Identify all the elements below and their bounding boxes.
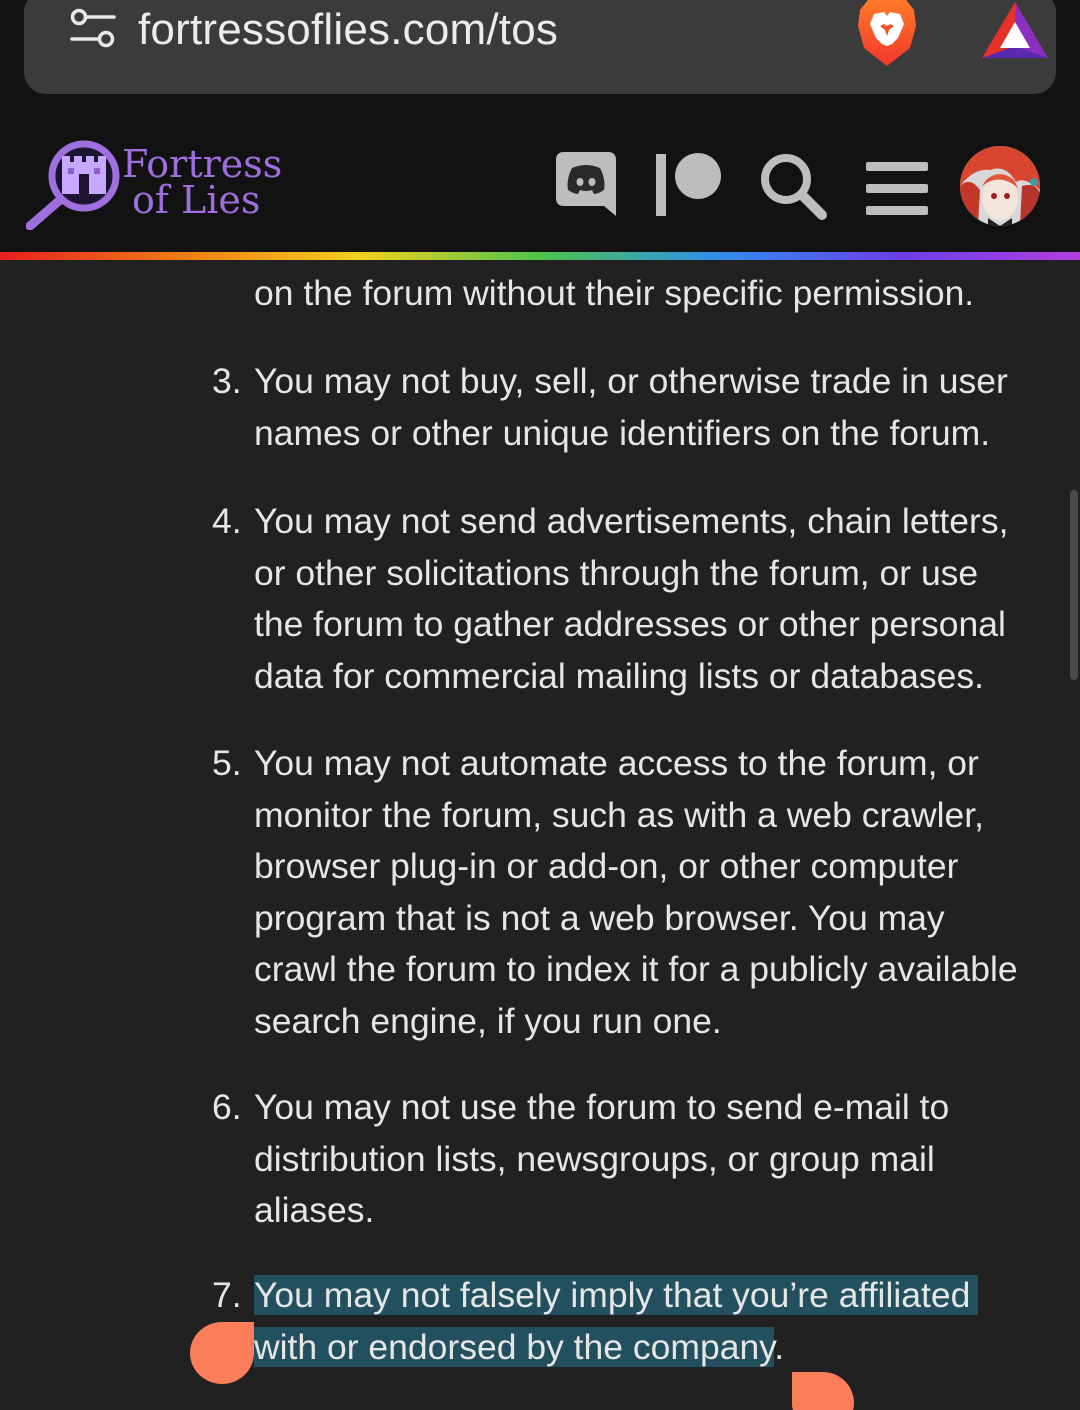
tos-item-4: 4. You may not send advertisements, chai… — [212, 496, 1054, 702]
tos-item-7[interactable]: 7. You may not falsely imply that you’re… — [212, 1270, 1054, 1373]
search-icon[interactable] — [758, 152, 828, 220]
item-number: 6. — [212, 1087, 242, 1127]
rainbow-divider — [0, 252, 1080, 260]
item-line: You may not use the forum to send e-mail… — [254, 1087, 950, 1127]
item-line: You may not send advertisements, chain l… — [254, 501, 1009, 541]
selected-text-line1[interactable]: You may not falsely imply that you’re af… — [254, 1275, 979, 1315]
hamburger-menu-icon[interactable] — [866, 160, 928, 218]
item-line: distribution lists, newsgroups, or group… — [254, 1138, 935, 1179]
item-number: 4. — [212, 501, 242, 541]
item-line-end: . — [774, 1326, 785, 1367]
item-line: or other solicitations through the forum… — [254, 552, 979, 593]
tune-icon[interactable] — [70, 8, 116, 50]
item-number: 3. — [212, 361, 242, 401]
scrollbar-thumb[interactable] — [1070, 490, 1078, 680]
logo-text: Fortress of Lies — [122, 145, 282, 222]
browser-toolbar: fortressoflies.com/tos — [0, 0, 1080, 118]
item-line: names or other unique identifiers on the… — [254, 412, 991, 453]
site-logo[interactable]: Fortress of Lies — [26, 138, 286, 248]
tos-item-2-tail: on the forum without their specific perm… — [254, 273, 975, 313]
selection-end-handle[interactable] — [792, 1372, 854, 1410]
item-line: crawl the forum to index it for a public… — [254, 949, 1018, 989]
brave-lion-icon[interactable] — [854, 0, 920, 68]
avatar-image — [960, 146, 1040, 226]
item-line: program that is not a web browser. You m… — [254, 897, 945, 938]
item-line: You may not automate access to the forum… — [254, 743, 979, 783]
tos-item-6: 6. You may not use the forum to send e-m… — [212, 1082, 1054, 1237]
selection-start-handle[interactable] — [190, 1322, 254, 1384]
item-line: You may not buy, sell, or otherwise trad… — [254, 361, 1008, 401]
user-avatar[interactable] — [960, 146, 1040, 226]
item-line: data for commercial mailing lists or dat… — [254, 655, 985, 696]
tos-item-3: 3. You may not buy, sell, or otherwise t… — [212, 356, 1054, 459]
discord-icon[interactable] — [556, 152, 616, 216]
selected-text-line2[interactable]: with or endorsed by the company — [254, 1326, 775, 1367]
item-line: aliases. — [254, 1190, 375, 1230]
tos-item-5: 5. You may not automate access to the fo… — [212, 738, 1054, 1047]
address-bar[interactable]: fortressoflies.com/tos — [24, 0, 1056, 94]
item-line: monitor the forum, such as with a web cr… — [254, 794, 985, 835]
item-number: 5. — [212, 743, 242, 783]
logo-line2: of Lies — [132, 178, 261, 222]
item-line: the forum to gather addresses or other p… — [254, 604, 1006, 644]
url-text[interactable]: fortressoflies.com/tos — [138, 4, 558, 56]
site-header: Fortress of Lies — [0, 118, 1080, 252]
item-number: 7. — [212, 1275, 242, 1315]
patreon-icon[interactable] — [656, 152, 724, 216]
item-line: browser plug-in or add-on, or other comp… — [254, 846, 959, 886]
brave-rewards-icon[interactable] — [980, 0, 1050, 62]
item-line: search engine, if you run one. — [254, 1000, 722, 1041]
magnifier-castle-icon — [26, 140, 120, 230]
